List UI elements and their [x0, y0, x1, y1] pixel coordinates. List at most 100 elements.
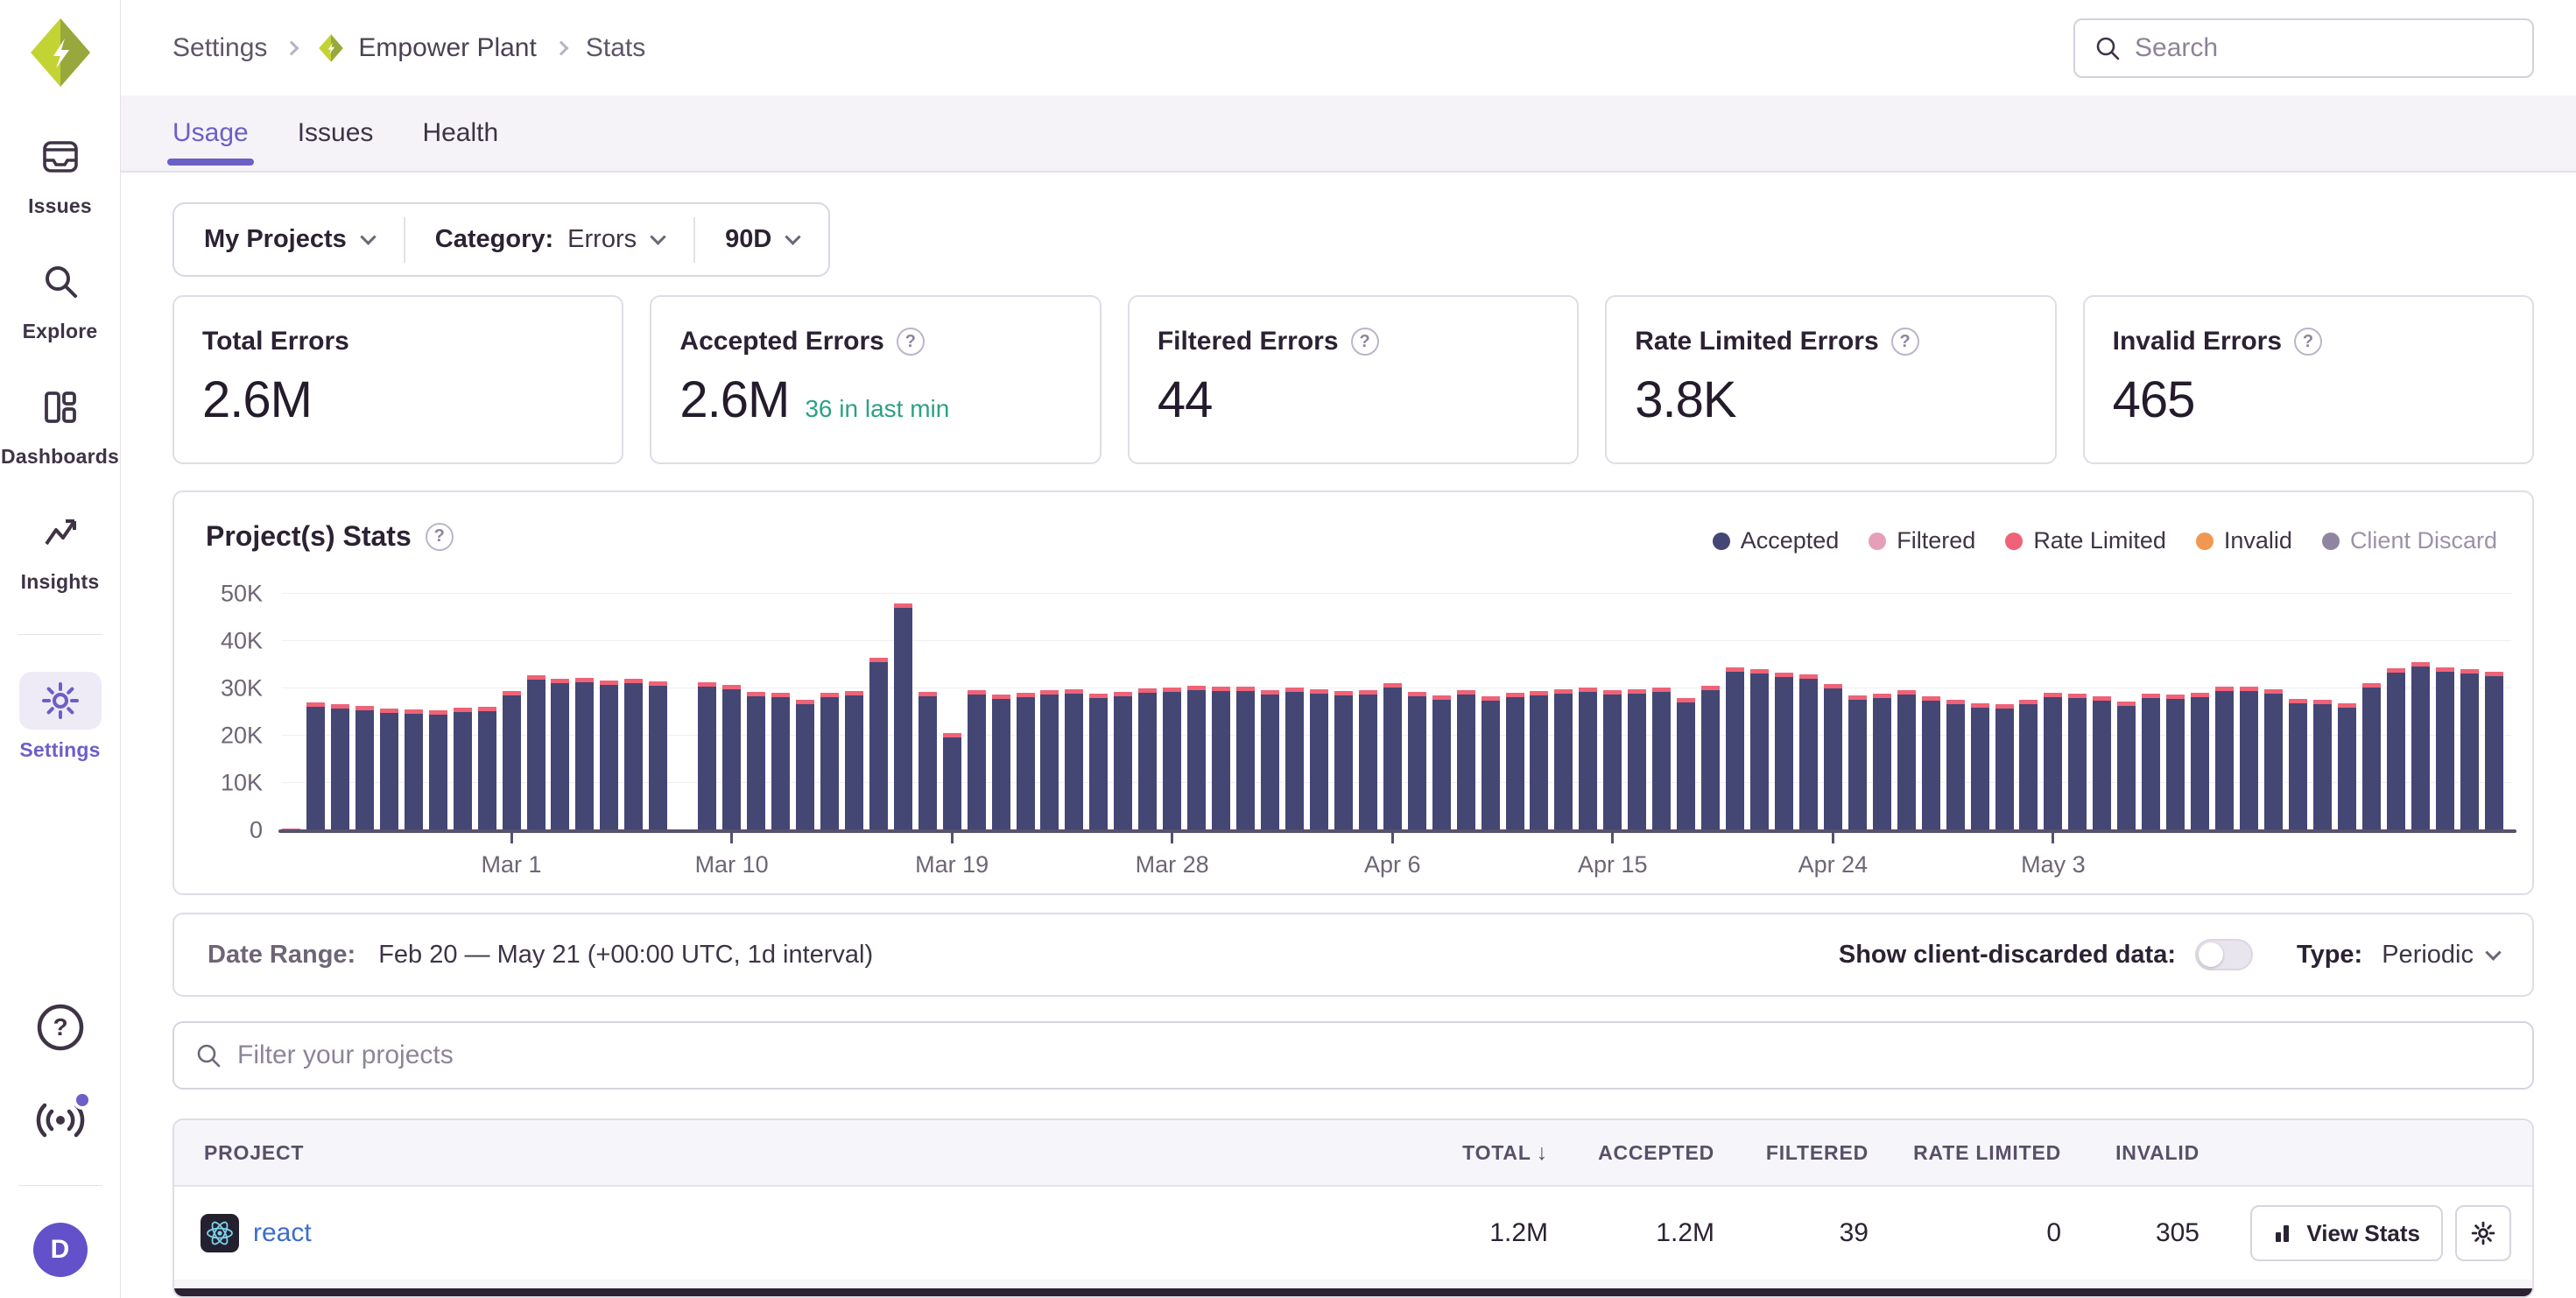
- chart-bar: [2264, 689, 2283, 830]
- dashboards-icon: [19, 378, 102, 436]
- view-stats-button[interactable]: View Stats: [2250, 1205, 2443, 1261]
- chart-bar: [869, 658, 888, 830]
- help-icon[interactable]: ?: [1351, 328, 1379, 356]
- notification-dot: [73, 1090, 92, 1110]
- column-rate-limited[interactable]: RATE LIMITED: [1869, 1141, 2061, 1165]
- chevron-down-icon: [2485, 944, 2501, 960]
- whats-new-button[interactable]: [32, 1092, 88, 1148]
- tab-issues[interactable]: Issues: [298, 95, 374, 171]
- project-selector[interactable]: My Projects: [174, 204, 404, 275]
- tab-bar: Usage Issues Health: [121, 95, 2576, 173]
- legend-accepted[interactable]: Accepted: [1713, 527, 1840, 554]
- org-avatar-icon: [316, 33, 346, 63]
- top-header: Settings Empower Plant Stats: [121, 0, 2576, 95]
- chart-bar: [992, 695, 1010, 830]
- chart-bar: [2240, 687, 2258, 830]
- sidebar-nav: Issues Explore: [8, 128, 113, 762]
- chart-bar: [1212, 687, 1230, 830]
- y-axis-tick: 50K: [221, 581, 263, 608]
- x-axis-tick: Apr 24: [1798, 851, 1869, 878]
- explore-icon: [19, 253, 102, 311]
- cell-rate-limited: 0: [1869, 1218, 2061, 1248]
- legend-client-discard[interactable]: Client Discard: [2322, 527, 2497, 554]
- chart-bar: [1017, 693, 1035, 830]
- column-accepted[interactable]: ACCEPTED: [1548, 1141, 1714, 1165]
- chart-bar: [747, 692, 765, 830]
- client-discard-toggle[interactable]: [2195, 939, 2253, 970]
- project-filter-input[interactable]: [237, 1041, 2511, 1070]
- y-axis-tick: 0: [250, 817, 263, 844]
- stat-card-rate-limited-errors: Rate Limited Errors ? 3.8K: [1605, 295, 2056, 464]
- tab-health[interactable]: Health: [422, 95, 498, 171]
- category-selector[interactable]: Category: Errors: [405, 204, 693, 275]
- chart-bar: [2289, 699, 2307, 830]
- x-axis-tick: May 3: [2021, 851, 2086, 878]
- project-filter[interactable]: [172, 1021, 2534, 1090]
- stat-card-accepted-errors: Accepted Errors ? 2.6M 36 in last min: [650, 295, 1101, 464]
- project-settings-button[interactable]: [2455, 1205, 2511, 1261]
- chart-bar: [2166, 695, 2185, 830]
- column-filtered[interactable]: FILTERED: [1714, 1141, 1869, 1165]
- column-project[interactable]: PROJECT: [174, 1141, 1376, 1165]
- table-footer-gap: [174, 1280, 2532, 1288]
- x-axis-tick: Mar 1: [482, 851, 542, 878]
- tab-usage[interactable]: Usage: [172, 95, 249, 171]
- help-icon[interactable]: ?: [2294, 328, 2322, 356]
- chart-bar: [1775, 673, 1793, 830]
- chart-bar: [1138, 688, 1157, 830]
- x-axis-tick: Mar 19: [915, 851, 989, 878]
- breadcrumb-stats[interactable]: Stats: [586, 33, 645, 63]
- chart-bar: [2436, 667, 2454, 830]
- chart-bar: [1261, 690, 1279, 830]
- chart-bar: [1089, 694, 1108, 830]
- project-link[interactable]: react: [253, 1218, 312, 1248]
- chart-bar: [1799, 674, 1818, 830]
- sidebar-divider: [18, 634, 102, 635]
- chart-bar: [1065, 689, 1083, 830]
- search-input[interactable]: [2135, 33, 2513, 63]
- gear-icon: [2470, 1220, 2496, 1246]
- chart-bar: [1726, 667, 1744, 830]
- chart-bar: [771, 693, 790, 830]
- type-selector[interactable]: Periodic: [2382, 941, 2499, 970]
- breadcrumb-org[interactable]: Empower Plant: [316, 33, 536, 63]
- chart-title: Project(s) Stats: [206, 520, 412, 553]
- stat-value: 465: [2113, 370, 2195, 429]
- help-icon[interactable]: ?: [897, 328, 925, 356]
- help-icon[interactable]: ?: [1891, 328, 1919, 356]
- breadcrumb-settings[interactable]: Settings: [172, 33, 267, 63]
- sidebar-item-issues[interactable]: Issues: [8, 128, 113, 218]
- recent-rate-note: 36 in last min: [805, 395, 949, 423]
- chart-bar: [2338, 703, 2356, 830]
- legend-rate-limited[interactable]: Rate Limited: [2005, 527, 2166, 554]
- chart-bar: [2191, 693, 2209, 830]
- help-icon[interactable]: ?: [426, 523, 454, 551]
- chart-bar: [2117, 702, 2136, 830]
- help-button[interactable]: ?: [32, 999, 88, 1055]
- chart-bar: [1530, 691, 1548, 830]
- cell-filtered: 39: [1714, 1218, 1869, 1248]
- chart-bar: [1946, 700, 1965, 830]
- legend-invalid[interactable]: Invalid: [2196, 527, 2292, 554]
- chevron-down-icon: [785, 229, 801, 244]
- column-invalid[interactable]: INVALID: [2061, 1141, 2199, 1165]
- period-selector[interactable]: 90D: [695, 204, 828, 275]
- stat-value: 2.6M: [679, 370, 789, 429]
- sidebar-item-insights[interactable]: Insights: [8, 504, 113, 594]
- stat-value: 44: [1158, 370, 1213, 429]
- user-avatar[interactable]: D: [33, 1223, 88, 1277]
- sidebar-item-explore[interactable]: Explore: [8, 253, 113, 343]
- sidebar-item-settings[interactable]: Settings: [8, 672, 113, 762]
- chart-bar: [380, 709, 398, 830]
- org-logo-icon[interactable]: [24, 16, 97, 89]
- global-search[interactable]: [2073, 18, 2534, 78]
- chart-bar: [2485, 672, 2503, 830]
- chart-bar: [1677, 698, 1695, 830]
- column-total[interactable]: TOTAL↓: [1376, 1140, 1548, 1166]
- chart-bar: [1383, 683, 1402, 830]
- sidebar-item-dashboards[interactable]: Dashboards: [8, 378, 113, 469]
- legend-filtered[interactable]: Filtered: [1869, 527, 1975, 554]
- cell-accepted: 1.2M: [1548, 1218, 1714, 1248]
- date-range-label: Date Range:: [208, 941, 355, 970]
- chart-bar: [1285, 688, 1304, 830]
